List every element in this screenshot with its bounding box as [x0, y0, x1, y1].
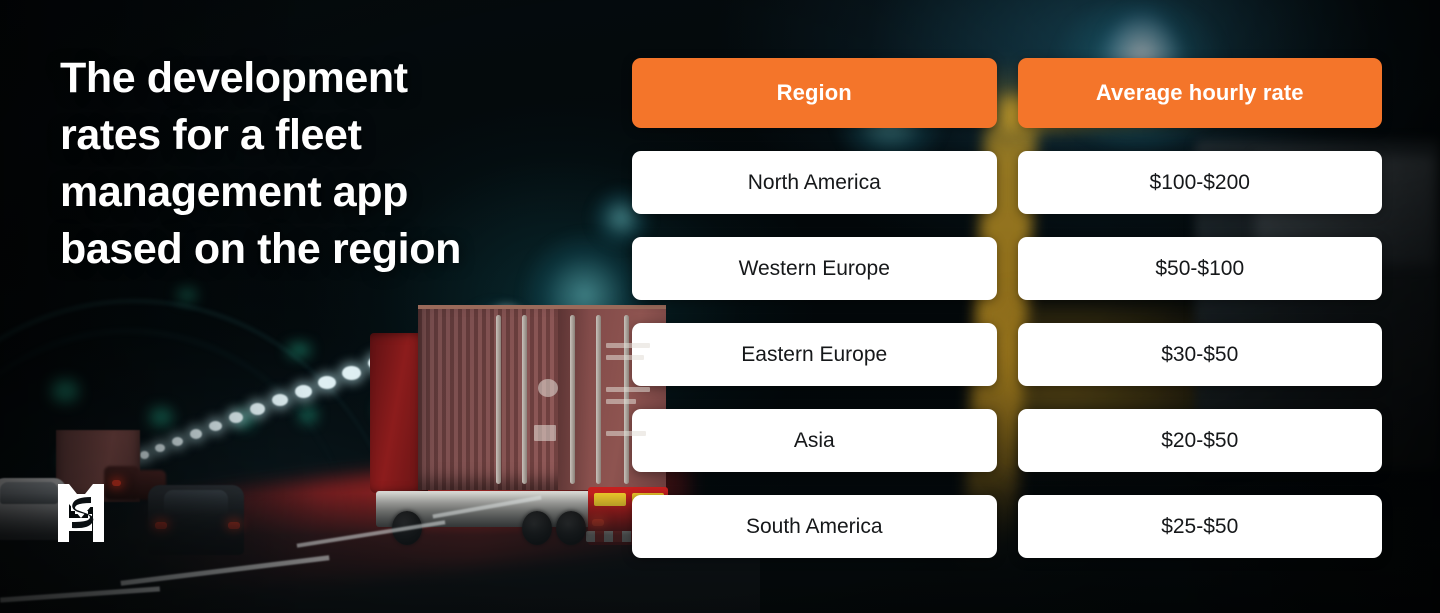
column-header-average-hourly-rate: Average hourly rate: [1017, 58, 1382, 128]
cell-region: South America: [632, 495, 997, 558]
cell-rate: $100-$200: [1017, 151, 1382, 214]
shipping-container: [418, 305, 666, 490]
table-row: Asia $20-$50: [632, 409, 1382, 472]
table-header-row: Region Average hourly rate: [632, 58, 1382, 128]
cell-rate: $50-$100: [1017, 237, 1382, 300]
rates-table: Region Average hourly rate North America…: [632, 58, 1382, 558]
cell-rate: $25-$50: [1017, 495, 1382, 558]
table-row: South America $25-$50: [632, 495, 1382, 558]
table-row: North America $100-$200: [632, 151, 1382, 214]
cell-region: Western Europe: [632, 237, 997, 300]
cell-rate: $30-$50: [1017, 323, 1382, 386]
cell-region: Eastern Europe: [632, 323, 997, 386]
car-taillight: [112, 480, 121, 486]
brand-logo-icon[interactable]: [58, 484, 104, 542]
cell-rate: $20-$50: [1017, 409, 1382, 472]
infographic-canvas: The development rates for a fleet manage…: [0, 0, 1440, 613]
table-row: Western Europe $50-$100: [632, 237, 1382, 300]
cell-region: North America: [632, 151, 997, 214]
cell-region: Asia: [632, 409, 997, 472]
column-header-region: Region: [632, 58, 997, 128]
table-row: Eastern Europe $30-$50: [632, 323, 1382, 386]
page-title: The development rates for a fleet manage…: [60, 54, 461, 273]
